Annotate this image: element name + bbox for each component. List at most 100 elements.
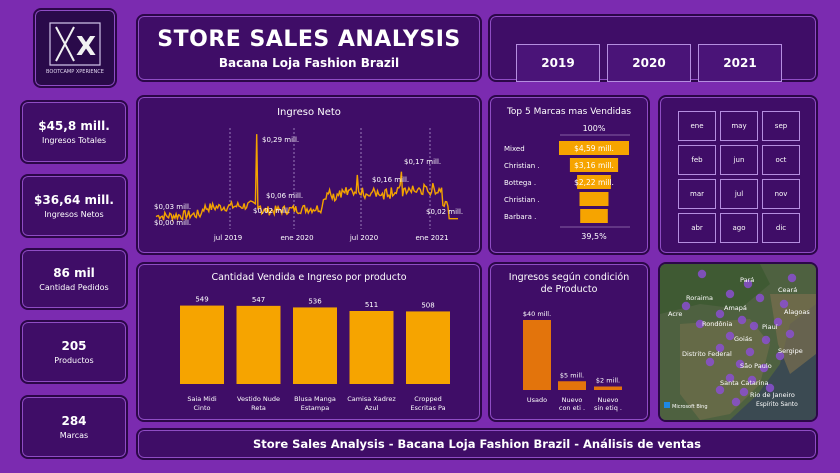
condition-bar — [558, 381, 586, 390]
month-slicer: ene may sep feb jun oct mar jul nov abr ago dic — [658, 95, 818, 255]
data-label: $0,00 mill. — [154, 219, 191, 227]
x-tick: ene 2021 — [415, 234, 448, 242]
condition-data-label: $40 mill. — [523, 310, 551, 318]
place-label: Espírito Santo — [756, 401, 798, 408]
x-tick: jul 2020 — [349, 234, 378, 242]
condition-category-label: Nuevo — [598, 396, 619, 404]
kpi-card-cantidad-pedidos: 86 mil Cantidad Pedidos — [20, 248, 128, 310]
map-bubble[interactable] — [681, 301, 691, 311]
map-bubble[interactable] — [785, 329, 795, 339]
bar-category-label: Vestido Nude — [237, 395, 280, 403]
condition-category-label: sin etiq . — [594, 404, 622, 412]
month-button-ene[interactable]: ene — [678, 111, 716, 141]
year-button-2021[interactable]: 2021 — [698, 44, 782, 82]
map-bubble[interactable] — [705, 357, 715, 367]
condition-data-label: $2 mill. — [596, 377, 620, 385]
bar-data-label: 547 — [252, 296, 265, 304]
map-bubble[interactable] — [755, 293, 765, 303]
funnel-bar — [580, 209, 608, 223]
month-button-may[interactable]: may — [720, 111, 758, 141]
kpi-value: 86 mil — [53, 266, 95, 280]
data-label: $0,02 mill. — [253, 207, 290, 215]
page-title: STORE SALES ANALYSIS — [157, 26, 461, 52]
map-bubble[interactable] — [715, 385, 725, 395]
place-label: Santa Catarina — [720, 379, 768, 387]
data-label: $0,29 mill. — [262, 136, 299, 144]
month-button-abr[interactable]: abr — [678, 213, 716, 243]
kpi-label: Marcas — [59, 431, 89, 440]
kpi-card-productos: 205 Productos — [20, 320, 128, 384]
month-button-oct[interactable]: oct — [762, 145, 800, 175]
map-bubble[interactable] — [761, 335, 771, 345]
kpi-label: Ingresos Totales — [41, 136, 107, 145]
map-bubble[interactable] — [779, 299, 789, 309]
funnel-category: Christian . — [504, 162, 540, 170]
month-button-jul[interactable]: jul — [720, 179, 758, 209]
bar-category-label: Cinto — [194, 404, 211, 412]
bar-category-label: Blusa Manga — [294, 395, 336, 403]
place-label: Amapá — [724, 304, 747, 312]
footer-banner: Store Sales Analysis - Bacana Loja Fashi… — [136, 428, 818, 460]
x-tick: jul 2019 — [213, 234, 242, 242]
kpi-label: Cantidad Pedidos — [39, 283, 109, 292]
month-button-dic[interactable]: dic — [762, 213, 800, 243]
month-button-jun[interactable]: jun — [720, 145, 758, 175]
place-label: Pará — [740, 276, 754, 284]
place-label: Goiás — [734, 335, 753, 343]
place-label: Distrito Federal — [682, 350, 732, 358]
place-label: São Paulo — [740, 362, 772, 370]
line-chart: jul 2019 ene 2020 jul 2020 ene 2021 $0,0… — [154, 128, 463, 242]
place-label: Roraima — [686, 294, 713, 302]
x-tick: ene 2020 — [280, 234, 313, 242]
product-bar — [180, 305, 224, 384]
bar-data-label: 536 — [308, 297, 322, 305]
year-button-2019[interactable]: 2019 — [516, 44, 600, 82]
map-panel[interactable]: Pará Ceará Roraima Amapá Alagoas Acre Ro… — [658, 262, 818, 422]
map-bubble[interactable] — [739, 387, 749, 397]
month-button-feb[interactable]: feb — [678, 145, 716, 175]
map-bubble[interactable] — [697, 269, 707, 279]
condition-panel: Ingresos según condición de Producto $40… — [488, 262, 650, 422]
data-label: $0,02 mill. — [426, 208, 463, 216]
product-bar — [293, 307, 337, 384]
funnel-category: Bottega . — [504, 179, 536, 187]
map-bubble[interactable] — [787, 273, 797, 283]
data-label: $0,03 mill. — [154, 203, 191, 211]
month-button-ago[interactable]: ago — [720, 213, 758, 243]
kpi-label: Productos — [54, 356, 94, 365]
kpi-value: $36,64 mill. — [34, 193, 114, 207]
condition-data-label: $5 mill. — [560, 371, 584, 379]
kpi-value: 284 — [61, 414, 87, 428]
year-button-2020[interactable]: 2020 — [607, 44, 691, 82]
place-label: Rio de Janeiro — [750, 391, 795, 399]
page-subtitle: Bacana Loja Fashion Brazil — [218, 55, 400, 70]
kpi-label: Ingresos Netos — [44, 210, 104, 219]
product-bar — [406, 311, 450, 384]
funnel-category: Mixed — [504, 145, 525, 153]
condition-category-label: Usado — [527, 396, 547, 404]
bar-category-label: Camisa Xadrez — [347, 395, 396, 403]
map-view[interactable]: Pará Ceará Roraima Amapá Alagoas Acre Ro… — [660, 264, 816, 420]
map-bubble[interactable] — [731, 397, 741, 407]
product-bar-chart: 549 Saia MidiCinto 547 Vestido NudeReta 536 B… — [180, 296, 450, 412]
kpi-card-ingresos-totales: $45,8 mill. Ingresos Totales — [20, 100, 128, 164]
map-bubble[interactable] — [715, 309, 725, 319]
funnel-data-label: $4,59 mill. — [574, 144, 614, 153]
month-button-nov[interactable]: nov — [762, 179, 800, 209]
map-bubble[interactable] — [725, 289, 735, 299]
month-button-mar[interactable]: mar — [678, 179, 716, 209]
place-label: Sergipe — [778, 347, 803, 355]
map-bubble[interactable] — [737, 315, 747, 325]
map-bubble[interactable] — [749, 321, 759, 331]
logo-mark: X — [76, 32, 96, 62]
map-bubble[interactable] — [725, 331, 735, 341]
funnel-data-label: $2,22 mill. — [574, 178, 614, 187]
bar-category-label: Azul — [365, 404, 379, 412]
map-bubble[interactable] — [745, 347, 755, 357]
kpi-card-ingresos-netos: $36,64 mill. Ingresos Netos — [20, 174, 128, 238]
funnel-bar — [579, 192, 609, 206]
condition-bar-chart: $40 mill.Usado$5 mill.Nuevocon eti .$2 m… — [523, 310, 622, 412]
bar-data-label: 549 — [195, 296, 208, 304]
month-button-sep[interactable]: sep — [762, 111, 800, 141]
header-panel: STORE SALES ANALYSIS Bacana Loja Fashion… — [136, 14, 482, 82]
